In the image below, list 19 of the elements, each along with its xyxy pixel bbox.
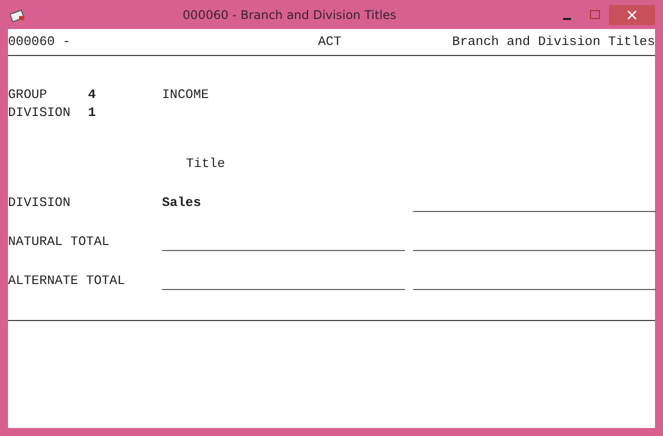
field-value: 4 [88,86,97,104]
close-button[interactable] [609,4,655,24]
screen-title: Branch and Division Titles [451,33,655,51]
close-icon [627,10,637,20]
app-icon [10,8,26,22]
system-name: ACT [318,33,342,51]
column-heading: Title [186,156,226,171]
field-label: DIVISION [8,104,72,122]
field-label: ALTERNATE TOTAL [8,272,126,290]
field-label: DIVISION [8,194,72,212]
field-description: INCOME [162,86,209,104]
maximize-icon [590,10,600,20]
field-value[interactable]: Sales [162,194,405,212]
field-label: NATURAL TOTAL [8,233,110,251]
minimize-icon [563,18,571,20]
field-value: 1 [88,104,97,122]
window-title: 000060 - Branch and Division Titles [182,6,398,24]
screen-code: 000060 - [8,33,72,51]
field-label: GROUP [8,86,48,104]
